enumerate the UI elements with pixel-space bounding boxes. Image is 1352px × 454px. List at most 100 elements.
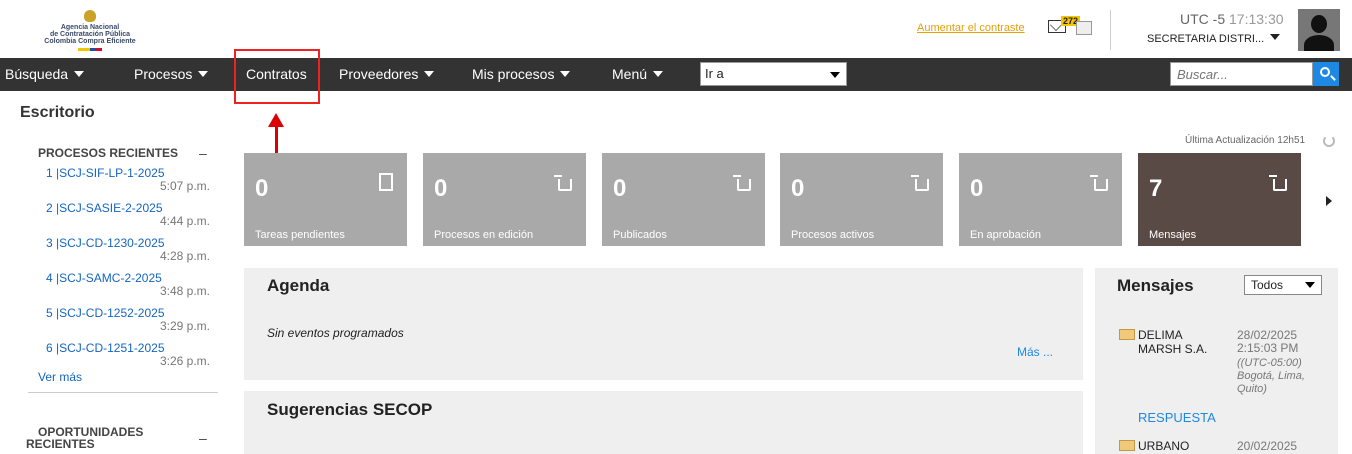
process-time: 3:29 p.m. <box>159 319 210 333</box>
logo-line-1: Agencia Nacional <box>60 24 120 31</box>
process-link[interactable]: 4 |SCJ-SAMC-2-2025 <box>46 271 162 285</box>
tile-active-processes[interactable]: 0 Procesos activos <box>780 153 943 246</box>
chevron-down-icon <box>74 71 85 77</box>
clock-time: 17:13:30 <box>1229 11 1284 27</box>
list-item: 4 |SCJ-SAMC-2-2025 3:48 p.m. <box>46 271 210 306</box>
recent-opportunities-header[interactable]: OPORTUNIDADES RECIENTES <box>26 426 143 450</box>
message-timezone: ((UTC-05:00) Bogotá, Lima, Quito) <box>1237 357 1305 396</box>
next-tiles-arrow[interactable] <box>1326 196 1332 206</box>
nav-label: Mis procesos <box>472 66 555 82</box>
process-link[interactable]: 3 |SCJ-CD-1230-2025 <box>46 236 165 250</box>
chevron-down-icon <box>830 72 840 78</box>
nav-busqueda[interactable]: Búsqueda <box>5 58 85 91</box>
chevron-down-icon <box>1270 34 1281 40</box>
process-time: 3:48 p.m. <box>159 284 210 298</box>
clock: UTC -5 17:13:30 <box>1180 11 1284 27</box>
sender-line-2: MARSH S.A. <box>1138 342 1208 356</box>
header-divider <box>1110 10 1111 50</box>
agency-logo[interactable]: Agencia Nacional de Contratación Pública… <box>30 10 150 51</box>
entity-name: SECRETARIA DISTRI... <box>1147 33 1265 45</box>
zone-line-2: Bogotá, Lima, <box>1237 370 1305 382</box>
process-link[interactable]: 2 |SCJ-SASIE-2-2025 <box>46 201 163 215</box>
recent-processes-header[interactable]: PROCESOS RECIENTES <box>38 146 178 160</box>
see-more-link[interactable]: Ver más <box>38 370 82 384</box>
opportunities-line-2: RECIENTES <box>26 437 95 451</box>
chevron-down-icon <box>560 71 571 77</box>
tile-count: 0 <box>791 175 805 202</box>
coat-of-arms-icon <box>84 10 96 22</box>
tile-count: 0 <box>434 175 448 202</box>
zone-line-1: ((UTC-05:00) <box>1237 357 1302 369</box>
process-time: 3:26 p.m. <box>159 354 210 368</box>
increase-contrast-link[interactable]: Aumentar el contraste <box>917 22 1025 34</box>
nav-label: Menú <box>612 66 648 82</box>
message-sender[interactable]: DELIMA MARSH S.A. <box>1138 328 1207 356</box>
collapse-icon[interactable]: – <box>199 145 207 161</box>
search-icon <box>1320 67 1330 77</box>
last-update-label: Última Actualización 12h51 <box>1185 135 1306 146</box>
tile-pending-tasks[interactable]: 0 Tareas pendientes <box>244 153 407 246</box>
agenda-title: Agenda <box>267 276 330 295</box>
user-avatar[interactable] <box>1298 9 1340 51</box>
agenda-panel <box>244 268 1083 380</box>
goto-select[interactable]: Ir a <box>700 62 847 86</box>
tile-label: Procesos en edición <box>434 229 534 241</box>
nav-label: Proveedores <box>339 66 419 82</box>
chevron-down-icon <box>653 71 664 77</box>
main-nav: Búsqueda Procesos Contratos Proveedores … <box>0 58 1352 91</box>
refresh-icon[interactable] <box>1323 135 1335 147</box>
agenda-more-link[interactable]: Más ... <box>1017 345 1053 359</box>
search-button[interactable] <box>1313 62 1339 86</box>
list-item: 3 |SCJ-CD-1230-2025 4:28 p.m. <box>46 236 210 271</box>
nav-mis-procesos[interactable]: Mis procesos <box>472 58 571 91</box>
cart-icon <box>1090 175 1108 191</box>
message-sender[interactable]: URBANO <box>1138 439 1189 453</box>
document-icon[interactable] <box>1076 21 1092 35</box>
messages-filter-select[interactable]: Todos <box>1244 275 1322 295</box>
nav-label: Procesos <box>134 66 193 82</box>
message-date: 20/02/2025 <box>1237 439 1298 453</box>
collapse-icon[interactable]: – <box>199 430 207 446</box>
search-input[interactable] <box>1170 62 1313 86</box>
tile-published[interactable]: 0 Publicados <box>602 153 765 246</box>
process-link[interactable]: 6 |SCJ-CD-1251-2025 <box>46 341 165 355</box>
chevron-down-icon <box>424 71 435 77</box>
top-header: Agencia Nacional de Contratación Pública… <box>0 0 1352 58</box>
clipboard-check-icon <box>379 173 393 191</box>
goto-value: Ir a <box>705 66 724 81</box>
cart-icon <box>554 175 572 191</box>
cart-icon <box>733 175 751 191</box>
tile-in-approval[interactable]: 0 En aprobación <box>959 153 1122 246</box>
highlight-box <box>234 49 320 104</box>
flag-stripe <box>78 48 102 51</box>
tile-messages[interactable]: 7 Mensajes <box>1138 153 1301 246</box>
logo-line-2: de Contratación Pública <box>49 31 131 38</box>
agenda-empty-text: Sin eventos programados <box>267 326 404 340</box>
chevron-down-icon <box>1305 282 1315 288</box>
recent-processes-list: 1 |SCJ-SIF-LP-1-2025 5:07 p.m. 2 |SCJ-SAS… <box>46 166 210 376</box>
tile-label: En aprobación <box>970 229 1041 241</box>
messages-title: Mensajes <box>1117 276 1194 295</box>
time-line: 2:15:03 PM <box>1237 341 1299 355</box>
message-date: 28/02/2025 2:15:03 PM <box>1237 329 1298 355</box>
list-item: 5 |SCJ-CD-1252-2025 3:29 p.m. <box>46 306 210 341</box>
tile-count: 7 <box>1149 175 1163 202</box>
filter-value: Todos <box>1251 278 1284 292</box>
tile-processes-editing[interactable]: 0 Procesos en edición <box>423 153 586 246</box>
timezone-label: UTC -5 <box>1180 11 1226 27</box>
page-title: Escritorio <box>20 104 95 121</box>
process-link[interactable]: 5 |SCJ-CD-1252-2025 <box>46 306 165 320</box>
nav-procesos[interactable]: Procesos <box>134 58 209 91</box>
zone-line-3: Quito) <box>1237 383 1267 395</box>
cart-icon <box>911 175 929 191</box>
envelope-icon <box>1119 329 1135 340</box>
entity-selector[interactable]: SECRETARIA DISTRI... <box>1147 33 1281 45</box>
tile-count: 0 <box>613 175 627 202</box>
process-link[interactable]: 1 |SCJ-SIF-LP-1-2025 <box>46 166 165 180</box>
reply-link[interactable]: RESPUESTA <box>1138 410 1216 425</box>
list-item: 2 |SCJ-SASIE-2-2025 4:44 p.m. <box>46 201 210 236</box>
nav-menu[interactable]: Menú <box>612 58 664 91</box>
tile-count: 0 <box>970 175 984 202</box>
nav-label: Búsqueda <box>5 66 69 82</box>
nav-proveedores[interactable]: Proveedores <box>339 58 435 91</box>
